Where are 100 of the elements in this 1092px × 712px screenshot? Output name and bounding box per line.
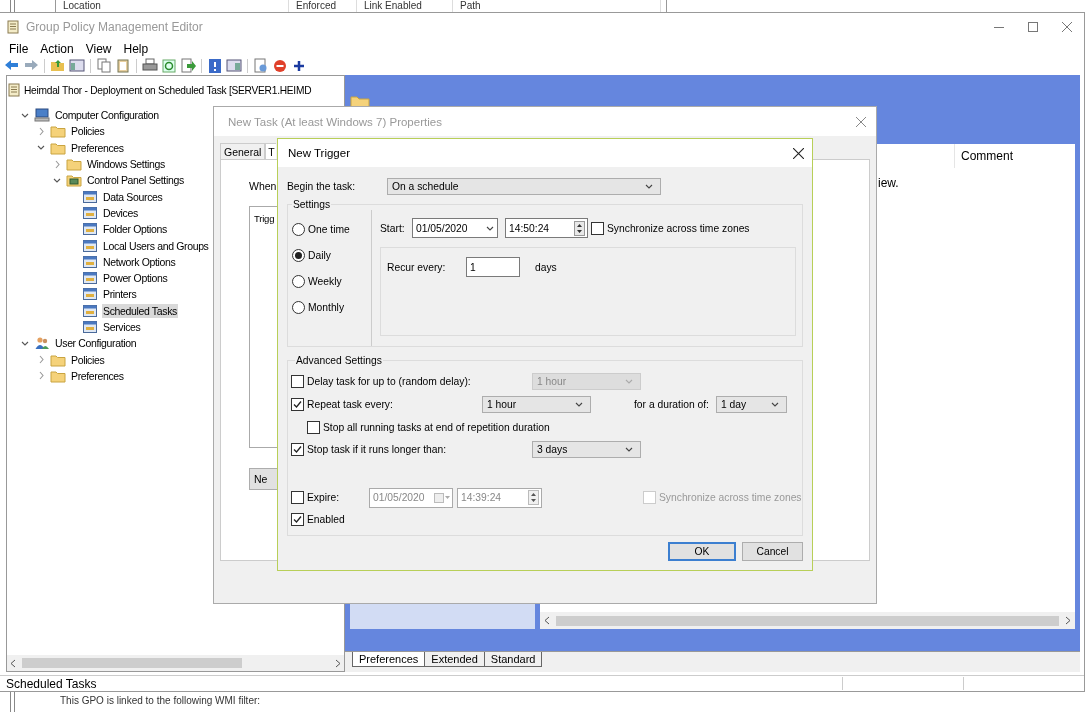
tree-item[interactable]: Scheduled Tasks [102,303,178,318]
unit-label: days [535,261,557,273]
checkbox[interactable] [291,398,304,411]
window-icon [82,238,98,253]
scrollbar-thumb[interactable] [556,615,1059,626]
tab[interactable]: Extended [424,652,485,667]
maximize-icon[interactable] [1028,22,1038,32]
scroll-right-icon[interactable] [335,658,341,668]
radio-button[interactable] [292,275,305,288]
recur-input[interactable]: 1 [466,257,520,277]
tree-item[interactable]: Printers [102,287,138,302]
dropdown[interactable]: 3 days [532,441,641,458]
dialog-title: New Trigger [288,147,350,159]
paste-icon[interactable] [115,58,131,74]
chevron-right-icon[interactable] [53,159,61,169]
chevron-down-icon [771,401,780,408]
scroll-right-icon[interactable] [1065,616,1071,625]
menu-item[interactable]: Help [117,42,155,56]
refresh-icon[interactable] [161,58,177,74]
window-icon [82,303,98,318]
view-icon[interactable] [226,58,242,74]
menu-item[interactable]: Action [34,42,80,56]
properties-icon[interactable] [253,58,269,74]
tree-item[interactable]: Preferences [70,140,125,155]
menu-item[interactable]: File [3,42,35,56]
spin-arrows-icon[interactable] [528,490,539,505]
tree-item[interactable]: Preferences [70,368,125,383]
tree-item[interactable]: Power Options [102,271,169,286]
checkbox[interactable] [291,443,304,456]
radio-button[interactable] [292,301,305,314]
tree-item[interactable]: Network Options [102,254,177,269]
field-label: Recur every: [387,261,447,273]
chevron-right-icon[interactable] [37,371,45,381]
tree-item[interactable]: Data Sources [102,189,164,204]
cancel-button[interactable]: Cancel [742,542,803,561]
tab[interactable]: Preferences [352,652,426,667]
scrollbar[interactable] [540,612,1075,629]
column-header[interactable]: Comment [955,149,1013,163]
export-icon[interactable] [180,58,196,74]
tab[interactable]: Standard [483,652,543,667]
chevron-right-icon[interactable] [37,126,45,136]
add-icon[interactable] [291,58,307,74]
users-icon [34,336,50,351]
checkbox-label: Stop task if it runs longer than: [307,444,448,455]
stop-icon[interactable] [272,58,288,74]
window-icon [82,189,98,204]
tree-item[interactable]: Folder Options [102,222,168,237]
dropdown[interactable]: 1 hour [482,396,591,413]
field-label: Begin the task: [287,180,357,192]
folder-icon [50,352,66,367]
checkbox[interactable] [307,420,320,434]
checkbox[interactable] [291,512,304,526]
chevron-down-icon[interactable] [36,144,46,152]
dropdown[interactable]: 1 day [716,396,787,413]
radio-button[interactable] [292,249,305,262]
list-text: iew. [878,176,899,190]
radio-label: Monthly [308,302,345,313]
checkbox[interactable] [591,221,604,235]
tree-item[interactable]: Local Users and Groups [102,238,210,253]
field-label: for a duration of: [634,399,710,410]
menu-item[interactable]: View [79,42,118,56]
chevron-down-icon [625,446,634,453]
tree-item[interactable]: Policies [70,352,106,367]
new-button[interactable]: Ne [249,468,277,490]
folder-icon [50,140,66,155]
tree-item[interactable]: Policies [70,124,106,139]
chevron-down-icon[interactable] [20,339,30,347]
tree-item[interactable]: Services [102,320,142,334]
radio-button[interactable] [292,223,305,236]
scrollbar-thumb[interactable] [22,658,242,668]
tree-item[interactable]: Computer Configuration [54,108,160,123]
scroll-left-icon[interactable] [544,616,550,625]
time-spinner[interactable]: 14:50:24 [505,218,588,238]
dropdown[interactable]: On a schedule [387,177,661,195]
help-icon[interactable] [207,58,223,74]
close-icon[interactable] [793,147,804,159]
printer-icon[interactable] [142,58,158,74]
tree-item[interactable]: Windows Settings [86,157,166,172]
ok-button[interactable]: OK [668,542,736,561]
check-icon [293,445,302,454]
chevron-down-icon[interactable] [20,111,30,119]
tab[interactable]: General [220,143,266,159]
folder-up-icon[interactable] [50,58,66,74]
scroll-left-icon[interactable] [10,658,16,668]
chevron-right-icon[interactable] [37,355,45,365]
tab[interactable]: T [265,143,276,159]
pane-icon[interactable] [69,58,85,74]
radio-label: Daily [308,250,331,261]
spin-arrows-icon[interactable] [574,220,585,236]
scrollbar[interactable] [7,655,344,671]
tree-item[interactable]: Devices [102,205,139,220]
folder-icon [50,124,66,139]
column-header[interactable]: Trigg [254,213,275,224]
chevron-down-icon[interactable] [52,176,62,184]
folder-icon [50,368,66,383]
tree-root[interactable]: Heimdal Thor - Deployment on Scheduled Task [SERVER1.HEIMD [23,83,313,97]
tree-item[interactable]: User Configuration [54,336,138,351]
copy-icon[interactable] [96,58,112,74]
tree-item[interactable]: Control Panel Settings [86,173,185,188]
date-picker[interactable]: 01/05/2020 [412,218,498,238]
